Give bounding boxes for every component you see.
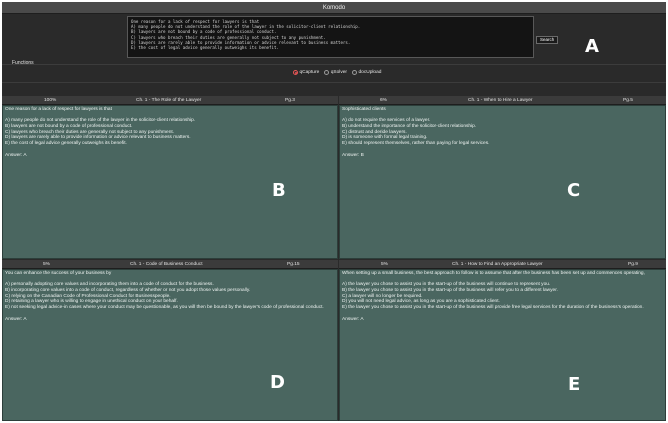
annotation-label-b: B [272,180,286,201]
window-title: Komodo [322,5,346,11]
result-panel-body: When setting up a small business, the be… [339,269,666,421]
result-panel-b: 100% Ch. 1 - The Role of the Lawyer Pg.3… [2,96,338,259]
result-panel-c: 6% Ch. 1 - When to Hire a Lawyer Pg.5 So… [339,96,666,259]
result-text: You can enhance the success of your busi… [3,270,337,323]
result-panel-header: 5% Ch. 1 - Code of Business Conduct Pg.1… [2,260,338,269]
result-panel-body: You can enhance the success of your busi… [2,269,338,421]
result-panel-header: 6% Ch. 1 - When to Hire a Lawyer Pg.5 [339,96,666,105]
result-panel-header: 5% Ch. 1 - How to Find an Appropriate La… [339,260,666,269]
annotation-label-d: D [270,372,285,393]
radio-docupload-dot[interactable] [352,70,357,75]
annotation-label-e: E [568,374,581,395]
question-text: When setting up a small business, the be… [342,270,645,276]
option-e: E) not seeking legal advice-in cases whe… [5,305,324,311]
title-bar: Komodo [2,2,666,14]
chapter-title: Ch. 1 - The Role of the Lawyer [136,98,202,103]
answer-text: Answer: B [342,152,364,158]
annotation-label-c: C [567,180,581,201]
match-percent: 5% [43,262,50,267]
result-panel-body: One reason for a lack of respect for law… [2,105,338,259]
result-panel-header: 100% Ch. 1 - The Role of the Lawyer Pg.3 [2,96,338,105]
search-query-input[interactable]: One reason for a lack of respect for law… [127,16,534,58]
page-number: Pg.15 [287,262,300,267]
result-panel-d: 5% Ch. 1 - Code of Business Conduct Pg.1… [2,260,338,421]
match-percent: 5% [381,262,388,267]
radio-qcapture-dot[interactable] [293,70,298,75]
radio-docupload[interactable]: docUpload [352,70,381,76]
function-radio-group: qCapture qSolver docUpload [293,69,386,76]
result-text: Sophisticated clients A) do not require … [340,106,665,159]
radio-qsolver[interactable]: qSolver [324,70,347,76]
result-text: One reason for a lack of respect for law… [3,106,337,159]
functions-divider [2,64,666,65]
answer-text: Answer: A [342,316,364,322]
radio-qsolver-dot[interactable] [324,70,330,75]
section-divider [2,82,666,83]
chapter-title: Ch. 1 - When to Hire a Lawyer [468,98,533,103]
functions-label: Functions [12,60,34,66]
result-text: When setting up a small business, the be… [340,270,665,323]
answer-text: Answer: A [5,316,27,322]
option-e: E) the lawyer you chose to assist you in… [342,305,644,311]
radio-qcapture[interactable]: qCapture [293,70,319,76]
app-window: Komodo One reason for a lack of respect … [2,2,666,421]
result-panel-e: 5% Ch. 1 - How to Find an Appropriate La… [339,260,666,421]
radio-qcapture-label: qCapture [299,69,320,75]
page-number: Pg.9 [628,262,638,267]
radio-docupload-label: docUpload [358,69,382,75]
search-button[interactable]: Search [536,36,559,44]
annotation-label-a: A [585,36,599,57]
match-percent: 6% [380,98,387,103]
chapter-title: Ch. 1 - Code of Business Conduct [130,262,203,267]
match-percent: 100% [44,98,57,103]
radio-qsolver-label: qSolver [330,69,347,75]
chapter-title: Ch. 1 - How to Find an Appropriate Lawye… [452,262,543,267]
page-number: Pg.3 [285,98,295,103]
result-panel-body: Sophisticated clients A) do not require … [339,105,666,259]
page-number: Pg.5 [623,98,633,103]
answer-text: Answer: A [5,152,27,158]
